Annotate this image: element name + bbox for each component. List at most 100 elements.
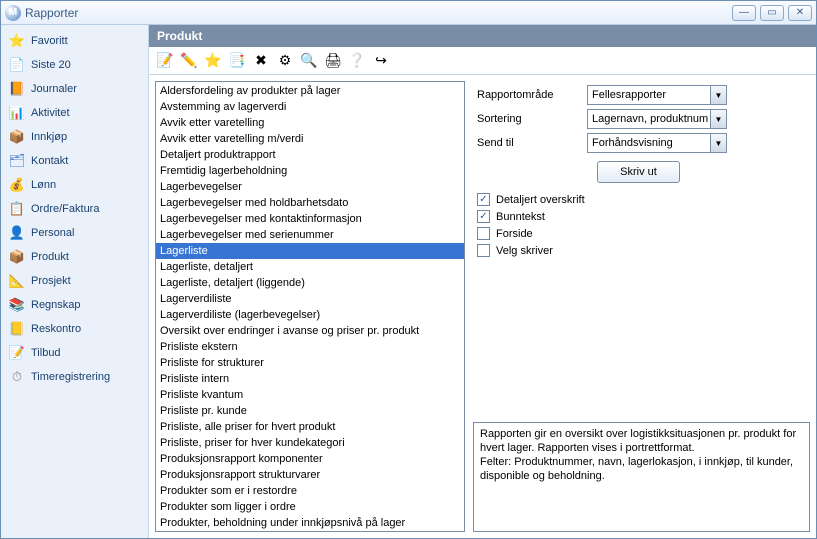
- report-item[interactable]: Produkter, beholdning under innkjøpsnivå…: [156, 515, 464, 531]
- aktivitet-icon: 📊: [9, 105, 25, 121]
- report-item[interactable]: Avvik etter varetelling: [156, 115, 464, 131]
- report-item[interactable]: Detaljert produktrapport: [156, 147, 464, 163]
- sidebar-item-regnskap[interactable]: 📚Regnskap: [1, 293, 148, 317]
- print-icon[interactable]: 🖨: [323, 51, 343, 71]
- checkbox[interactable]: ✓: [477, 193, 490, 206]
- report-item[interactable]: Lagerliste: [156, 243, 464, 259]
- sidebar-item-personal[interactable]: 👤Personal: [1, 221, 148, 245]
- report-item[interactable]: Produksjonsrapport komponenter: [156, 451, 464, 467]
- sidebar-item-label: Personal: [31, 227, 74, 239]
- prosjekt-icon: 📐: [9, 273, 25, 289]
- sidebar-item-l-nn[interactable]: 💰Lønn: [1, 173, 148, 197]
- checkbox[interactable]: ✓: [477, 210, 490, 223]
- select-sort-value: Lagernavn, produktnum: [592, 113, 710, 125]
- description-line-1: Rapporten gir en oversikt over logistikk…: [480, 427, 803, 455]
- report-item[interactable]: Produkter som er i restordre: [156, 483, 464, 499]
- sidebar-item-kontakt[interactable]: 🗂Kontakt: [1, 149, 148, 173]
- sidebar-item-produkt[interactable]: 📦Produkt: [1, 245, 148, 269]
- report-item[interactable]: Prisliste ekstern: [156, 339, 464, 355]
- regnskap-icon: 📚: [9, 297, 25, 313]
- report-item[interactable]: Produksjonsrapport strukturvarer: [156, 467, 464, 483]
- report-item[interactable]: Prisliste for strukturer: [156, 355, 464, 371]
- report-item[interactable]: Lagerbevegelser med serienummer: [156, 227, 464, 243]
- pencil-icon[interactable]: ✏️: [179, 51, 199, 71]
- report-item[interactable]: Prisliste, priser for hver kundekategori: [156, 435, 464, 451]
- sidebar-item-siste-20[interactable]: 📄Siste 20: [1, 53, 148, 77]
- report-item[interactable]: Prisliste kvantum: [156, 387, 464, 403]
- label-sendto: Send til: [477, 137, 587, 149]
- report-item[interactable]: Prisliste intern: [156, 371, 464, 387]
- favorite-icon[interactable]: ⭐: [203, 51, 223, 71]
- chevron-down-icon[interactable]: ▼: [710, 86, 726, 104]
- sidebar-item-ordre-faktura[interactable]: 📋Ordre/Faktura: [1, 197, 148, 221]
- sidebar-item-label: Aktivitet: [31, 107, 70, 119]
- sidebar-item-label: Prosjekt: [31, 275, 71, 287]
- sidebar-item-aktivitet[interactable]: 📊 Aktivitet: [1, 101, 148, 125]
- sidebar-item-journaler[interactable]: 📙Journaler: [1, 77, 148, 101]
- window-title: Rapporter: [25, 6, 78, 20]
- select-sendto[interactable]: Forhåndsvisning ▼: [587, 133, 727, 153]
- timeregistrering-icon: ⏱: [9, 369, 25, 385]
- select-sort[interactable]: Lagernavn, produktnum ▼: [587, 109, 727, 129]
- settings-pane: Rapportområde Fellesrapporter ▼ Sorterin…: [473, 81, 810, 532]
- label-sort: Sortering: [477, 113, 587, 125]
- report-item[interactable]: Aldersfordeling av produkter på lager: [156, 83, 464, 99]
- siste-20-icon: 📄: [9, 57, 25, 73]
- select-sendto-value: Forhåndsvisning: [592, 137, 710, 149]
- sidebar-item-prosjekt[interactable]: 📐 Prosjekt: [1, 269, 148, 293]
- section-header: Produkt: [149, 25, 816, 47]
- minimize-button[interactable]: —: [732, 5, 756, 21]
- report-item[interactable]: Prisliste, alle priser for hvert produkt: [156, 419, 464, 435]
- report-item[interactable]: Prisliste pr. kunde: [156, 403, 464, 419]
- delete-icon[interactable]: ✖: [251, 51, 271, 71]
- checkbox[interactable]: [477, 244, 490, 257]
- search-icon[interactable]: 🔍: [299, 51, 319, 71]
- report-item[interactable]: Produkter som ligger i ordre: [156, 499, 464, 515]
- maximize-button[interactable]: ▭: [760, 5, 784, 21]
- report-item[interactable]: Lagerbevegelser: [156, 179, 464, 195]
- favoritt-icon: ⭐: [9, 33, 25, 49]
- app-icon: M: [5, 5, 21, 21]
- sidebar-item-favoritt[interactable]: ⭐Favoritt: [1, 29, 148, 53]
- chevron-down-icon[interactable]: ▼: [710, 110, 726, 128]
- sidebar-item-label: Timeregistrering: [31, 371, 110, 383]
- print-button[interactable]: Skriv ut: [597, 161, 680, 183]
- report-list[interactable]: Aldersfordeling av produkter på lagerAvs…: [156, 82, 464, 531]
- report-item[interactable]: Lagerverdiliste: [156, 291, 464, 307]
- sidebar-item-label: Innkjøp: [31, 131, 67, 143]
- help-icon[interactable]: ❔: [347, 51, 367, 71]
- l-nn-icon: 💰: [9, 177, 25, 193]
- sidebar-item-label: Kontakt: [31, 155, 68, 167]
- report-item[interactable]: Lagerliste, detaljert (liggende): [156, 275, 464, 291]
- tilbud-icon: 📝: [9, 345, 25, 361]
- print-button-label: Skriv ut: [620, 166, 657, 178]
- report-item[interactable]: Lagerverdiliste (lagerbevegelser): [156, 307, 464, 323]
- sidebar-item-label: Tilbud: [31, 347, 61, 359]
- close-button[interactable]: ✕: [788, 5, 812, 21]
- check-row-forside: Forside: [477, 227, 800, 240]
- report-item[interactable]: Lagerliste, detaljert: [156, 259, 464, 275]
- app-window: M Rapporter — ▭ ✕ ⭐Favoritt📄Siste 20📙Jou…: [0, 0, 817, 539]
- report-item[interactable]: Oversikt over endringer i avanse og pris…: [156, 323, 464, 339]
- sidebar-item-tilbud[interactable]: 📝 Tilbud: [1, 341, 148, 365]
- settings-icon[interactable]: ⚙: [275, 51, 295, 71]
- chevron-down-icon[interactable]: ▼: [710, 134, 726, 152]
- report-item[interactable]: Fremtidig lagerbeholdning: [156, 163, 464, 179]
- sidebar-item-reskontro[interactable]: 📒Reskontro: [1, 317, 148, 341]
- edit-icon[interactable]: 📝: [155, 51, 175, 71]
- select-report-area[interactable]: Fellesrapporter ▼: [587, 85, 727, 105]
- sidebar-item-innkj-p[interactable]: 📦Innkjøp: [1, 125, 148, 149]
- checkbox-label: Detaljert overskrift: [496, 194, 585, 206]
- check-row-velg-skriver: Velg skriver: [477, 244, 800, 257]
- toolbar: 📝✏️⭐📑✖⚙🔍🖨❔↪: [149, 47, 816, 75]
- report-item[interactable]: Lagerbevegelser med kontaktinformasjon: [156, 211, 464, 227]
- select-report-area-value: Fellesrapporter: [592, 89, 710, 101]
- produkt-icon: 📦: [9, 249, 25, 265]
- exit-icon[interactable]: ↪: [371, 51, 391, 71]
- copy-icon[interactable]: 📑: [227, 51, 247, 71]
- report-item[interactable]: Avstemming av lagerverdi: [156, 99, 464, 115]
- sidebar-item-timeregistrering[interactable]: ⏱ Timeregistrering: [1, 365, 148, 389]
- checkbox[interactable]: [477, 227, 490, 240]
- report-item[interactable]: Lagerbevegelser med holdbarhetsdato: [156, 195, 464, 211]
- report-item[interactable]: Avvik etter varetelling m/verdi: [156, 131, 464, 147]
